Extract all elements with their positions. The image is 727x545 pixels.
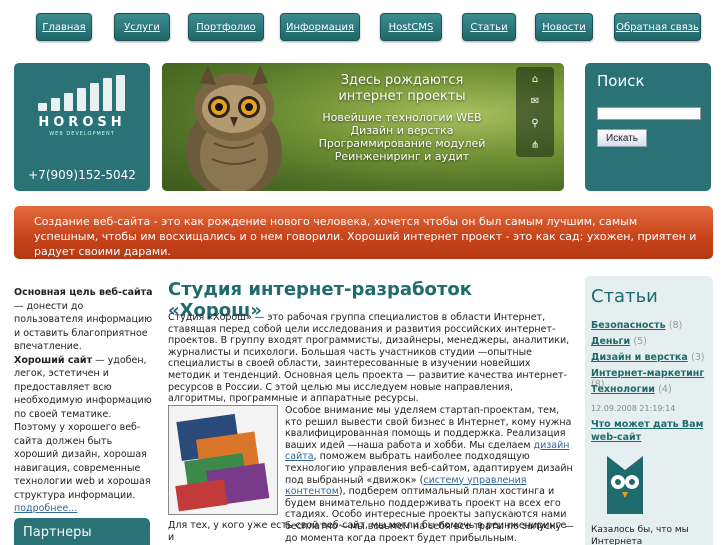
top-navigation: Главная Услуги Портфолио Информация Host… [36, 13, 701, 41]
nav-item-information[interactable]: Информация [280, 13, 360, 41]
sitemap-icon[interactable]: ⋔ [516, 135, 554, 157]
search-input[interactable] [597, 107, 701, 120]
logo-panel: HOROSH WEB DEVELOPMENT +7(909)152-5042 [14, 63, 150, 191]
nav-item-home[interactable]: Главная [36, 13, 92, 41]
nav-item-hostcms[interactable]: HostCMS [380, 13, 442, 41]
reengineering-paragraph: Для тех, у кого уже есть свой веб-сайт, … [168, 520, 567, 543]
hero-services-list: Новейшие технологии WEB Дизайн и верстка… [287, 111, 517, 163]
owl-logo-icon [607, 456, 643, 514]
mail-icon[interactable]: ✉ [516, 91, 554, 113]
category-count: (4) [658, 384, 672, 395]
category-technologies[interactable]: Технологии (4) [591, 384, 672, 395]
hero-title-line: интернет проекты [338, 89, 466, 104]
search-title: Поиск [597, 72, 645, 90]
category-count: (8) [668, 320, 683, 331]
category-name: Дизайн и верстка [591, 352, 688, 363]
nav-item-portfolio[interactable]: Портфолио [188, 13, 264, 41]
hero-banner: Здесь рождаются интернет проекты Новейши… [162, 63, 564, 191]
quick-icons: ⌂ ✉ ⚲ ⋔ [516, 67, 554, 157]
article-link[interactable]: Что может дать Вам web-сайт [591, 418, 709, 444]
home-icon[interactable]: ⌂ [516, 69, 554, 91]
hero-title-line: Здесь рождаются [340, 73, 464, 88]
category-money[interactable]: Деньги (5) [591, 336, 647, 347]
articles-title: Статьи [591, 286, 658, 307]
nav-item-news[interactable]: Новости [535, 13, 593, 41]
portfolio-screenshot-image [168, 405, 278, 515]
left-bold-2: Хороший сайт [14, 354, 93, 366]
hero-line: Реинжениринг и аудит [334, 150, 470, 163]
category-count: (3) [691, 352, 705, 363]
hero-line: Дизайн и верстка [350, 124, 454, 137]
partners-title: Партнеры [23, 525, 92, 540]
paragraph-text: Особое внимание мы уделяем стартап-проек… [285, 405, 572, 451]
left-bold-1: Основная цель веб-сайта [14, 287, 153, 298]
category-name: Безопасность [591, 320, 666, 331]
left-text-2: — удобен, легок, эстетичен и предоставля… [14, 354, 152, 501]
logo-icon[interactable] [38, 75, 128, 111]
partners-panel: Партнеры [14, 518, 150, 545]
category-count: (5) [633, 336, 647, 347]
hero-line: Программирование модулей [318, 137, 486, 150]
nav-item-services[interactable]: Услуги [114, 13, 170, 41]
phone-number: +7(909)152-5042 [28, 168, 136, 182]
category-name: Интернет-маркетинг [591, 368, 705, 379]
search-icon[interactable]: ⚲ [516, 113, 554, 135]
articles-sidebar: Статьи Безопасность (8) Деньги (5) Дизай… [585, 276, 713, 545]
slogan-banner: Создание веб-сайта - это как рождение но… [14, 206, 713, 259]
search-button[interactable]: Искать [597, 129, 647, 147]
nav-item-feedback[interactable]: Обратная связь [614, 13, 701, 41]
slogan-text: Создание веб-сайта - это как рождение но… [34, 215, 697, 258]
hero-line: Новейшие технологии WEB [322, 111, 482, 124]
category-name: Деньги [591, 336, 631, 347]
hero-title: Здесь рождаются интернет проекты [302, 73, 502, 105]
read-more-link[interactable]: подробнее... [14, 503, 77, 514]
article-teaser: Казалось бы, что мы Интернета [591, 525, 689, 545]
article-date: 12.09.2008 21:19:14 [591, 404, 676, 413]
category-name: Технологии [591, 384, 655, 395]
logo-name: HOROSH [38, 115, 126, 130]
logo-tagline: WEB DEVELOPMENT [49, 131, 115, 137]
left-text-1: — донести до пользователя информацию и о… [14, 300, 153, 353]
category-design[interactable]: Дизайн и верстка (3) [591, 352, 705, 363]
intro-paragraph: Студия «Хорош» — это рабочая группа спец… [168, 312, 570, 405]
left-intro: Основная цель веб-сайта — донести до пол… [14, 286, 154, 516]
owl-image [186, 65, 282, 191]
search-panel: Поиск Искать [585, 63, 711, 191]
nav-item-articles[interactable]: Статьи [462, 13, 516, 41]
category-security[interactable]: Безопасность (8) [591, 320, 682, 331]
